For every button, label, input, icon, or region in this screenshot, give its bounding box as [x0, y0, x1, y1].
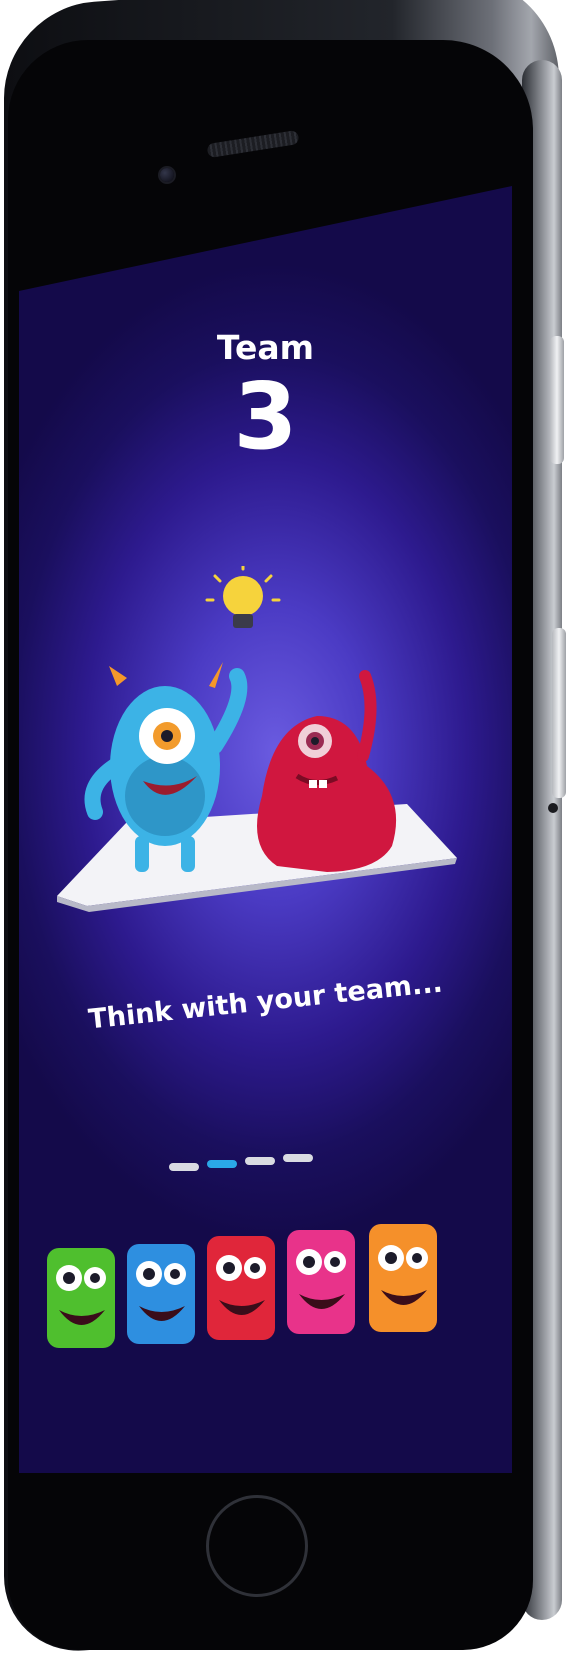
- floor-mat: [57, 804, 457, 912]
- avatar-row: [47, 1216, 487, 1356]
- app-screen: Team 3 Think with your team...: [19, 186, 512, 1473]
- home-button[interactable]: [206, 1495, 308, 1597]
- side-button: [552, 628, 566, 798]
- page-dot[interactable]: [169, 1163, 199, 1171]
- monsters-illustration: [57, 566, 457, 912]
- device-mockup: Team 3 Think with your team...: [0, 0, 580, 1659]
- red-monster: [257, 670, 397, 872]
- side-port: [548, 803, 558, 813]
- avatar-orange-monster[interactable]: [369, 1224, 437, 1332]
- avatar-red-monster[interactable]: [207, 1236, 275, 1340]
- team-label: Team: [216, 328, 315, 367]
- lightbulb-icon: [205, 566, 281, 628]
- front-camera: [160, 168, 174, 182]
- page-indicator: [169, 1151, 329, 1171]
- avatar-blue-monster[interactable]: [127, 1244, 195, 1344]
- volume-button: [550, 336, 564, 464]
- avatar-green-monster[interactable]: [47, 1248, 115, 1348]
- avatar-pink-monster[interactable]: [287, 1230, 355, 1334]
- page-dot[interactable]: [283, 1154, 313, 1162]
- page-dot[interactable]: [207, 1160, 237, 1168]
- page-dot[interactable]: [245, 1157, 275, 1165]
- team-number: 3: [233, 363, 298, 470]
